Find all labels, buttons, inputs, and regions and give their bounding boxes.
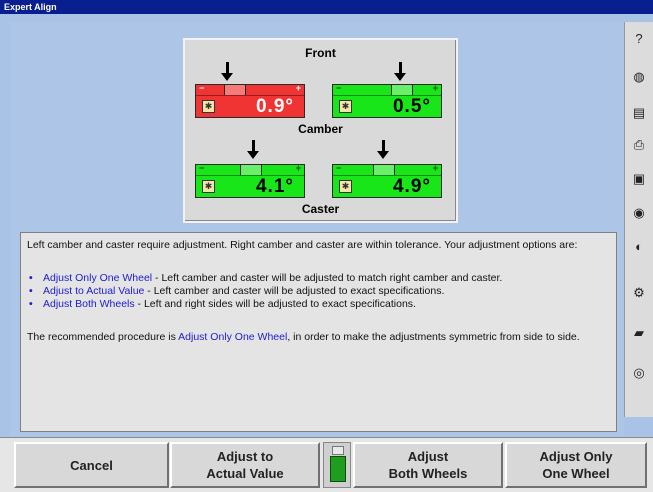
option-name: Adjust to Actual Value [43,285,145,297]
camber-right-value: 0.5° [392,96,431,117]
window-title: Expert Align [0,0,653,14]
front-label: Front [305,46,336,60]
button-label-line2: Actual Value [206,466,284,481]
status-indicator [323,442,351,488]
caster-left-gauge: − + ✱ 4.1° [195,163,305,198]
camber-left-value: 0.9° [255,96,294,117]
list-item: • Adjust Only One Wheel - Left camber and… [29,272,503,284]
option-description: - Left camber and caster will be adjuste… [152,272,503,284]
adjust-only-one-wheel-button[interactable]: Adjust Only One Wheel [505,442,647,488]
button-label-line1: Adjust [407,449,449,464]
wheel-icon: ✱ [202,100,215,113]
recommendation-prefix: The recommended procedure is [27,331,179,343]
button-label-line2: Both Wheels [388,466,468,481]
bottom-button-bar: Cancel Adjust to Actual Value Adjust Bot… [0,437,653,492]
wheel-icon: ✱ [339,100,352,113]
camera-icon[interactable]: ◉ [628,202,650,224]
caster-right-gauge: − + ✱ 4.9° [332,163,442,198]
side-toolbar: ? ◍ ▤ ⎙ ▣ ◉ ◐ ⚙ ▰ ◎ [624,22,653,417]
option-name: Adjust Both Wheels [43,298,135,310]
cd-icon[interactable]: ◎ [628,362,650,384]
message-intro: Left camber and caster require adjustmen… [27,239,578,251]
camber-right-gauge: − + ✱ 0.5° [332,83,442,118]
adjustment-options-list: • Adjust Only One Wheel - Left camber and… [27,272,610,311]
measure-icon[interactable]: ▤ [628,102,650,124]
button-label-line2: One Wheel [542,466,610,481]
recommendation-text: The recommended procedure is Adjust Only… [27,331,610,344]
adjust-both-wheels-button[interactable]: Adjust Both Wheels [353,442,503,488]
help-icon[interactable]: ? [628,28,650,50]
gauge-icon[interactable]: ◐ [628,236,650,258]
cancel-button[interactable]: Cancel [14,442,169,488]
recommended-option: Adjust Only One Wheel [178,331,288,343]
caster-left-value: 4.1° [255,176,294,197]
vehicle-icon[interactable]: ▣ [628,168,650,190]
option-description: - Left camber and caster will be adjuste… [144,285,445,297]
wheel-icon: ✱ [339,180,352,193]
wheel-icon: ✱ [202,180,215,193]
car-icon[interactable]: ▰ [628,322,650,344]
button-label-line1: Adjust to [216,449,274,464]
option-name: Adjust Only One Wheel [43,272,153,284]
alignment-gauge-panel: Front − + ✱ 0.9° − + ✱ 0.5° Camber − + ✱ 4.… [183,38,458,223]
list-item: • Adjust Both Wheels - Left and right sid… [29,298,416,310]
printer-icon[interactable]: ⎙ [628,134,650,156]
settings-icon[interactable]: ⚙ [628,282,650,304]
caster-label: Caster [301,202,340,216]
adjustment-message: Left camber and caster require adjustmen… [20,232,617,432]
camber-left-gauge: − + ✱ 0.9° [195,83,305,118]
recommendation-suffix: , in order to make the adjustments symme… [287,331,580,343]
caster-right-value: 4.9° [392,176,431,197]
option-description: - Left and right sides will be adjusted … [134,298,416,310]
camber-label: Camber [298,122,343,136]
cancel-label: Cancel [70,457,113,473]
button-label-line1: Adjust Only [539,449,613,464]
globe-icon[interactable]: ◍ [628,66,650,88]
list-item: • Adjust to Actual Value - Left camber an… [29,285,445,297]
adjust-to-actual-value-button[interactable]: Adjust to Actual Value [170,442,320,488]
